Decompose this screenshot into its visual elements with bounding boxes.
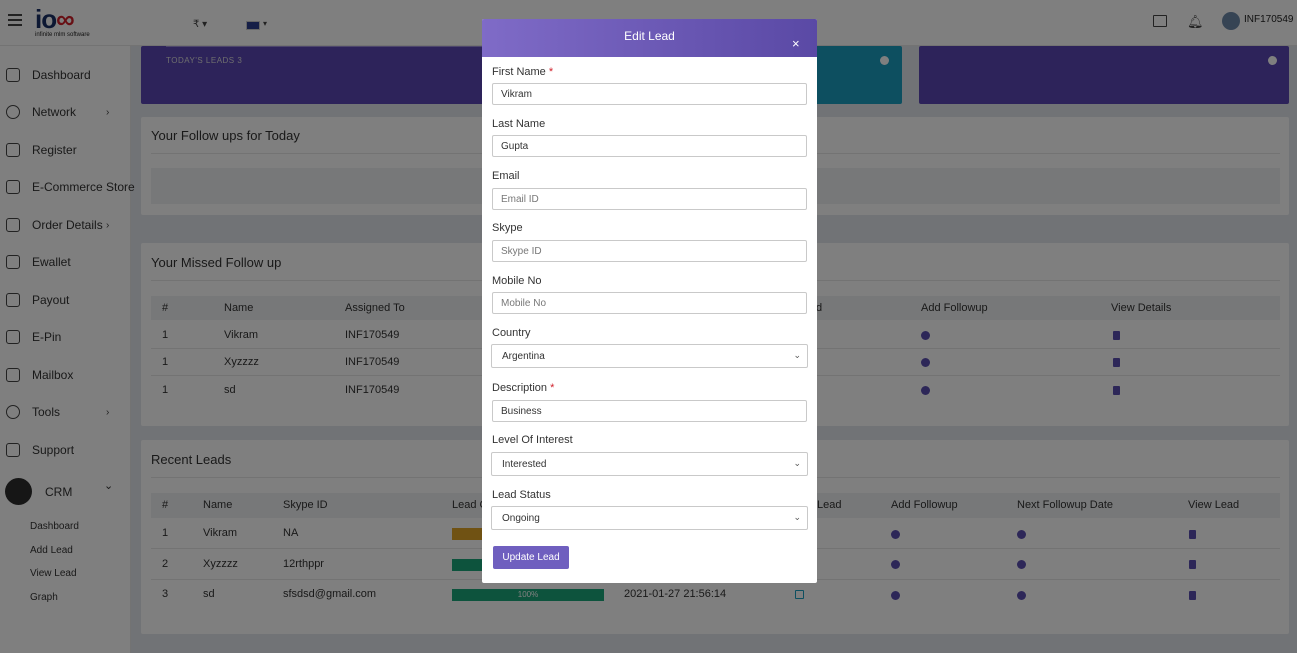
email-label: Email	[492, 170, 520, 182]
modal-header: Edit Lead ×	[482, 19, 817, 57]
required-mark: *	[548, 66, 554, 78]
label-text: First Name	[492, 66, 546, 78]
chevron-down-icon: ⌄	[793, 512, 801, 522]
country-select[interactable]: Argentina ⌄	[491, 344, 808, 368]
skype-field[interactable]	[492, 240, 807, 262]
interest-select[interactable]: Interested ⌄	[491, 452, 808, 476]
update-lead-button[interactable]: Update Lead	[493, 546, 569, 569]
status-label: Lead Status	[492, 489, 551, 501]
email-field[interactable]	[492, 188, 807, 210]
modal-title: Edit Lead	[624, 29, 675, 43]
chevron-down-icon: ⌄	[793, 458, 801, 468]
select-value: Interested	[502, 459, 547, 470]
skype-label: Skype	[492, 222, 523, 234]
mobile-field[interactable]	[492, 292, 807, 314]
interest-label: Level Of Interest	[492, 434, 573, 446]
mobile-label: Mobile No	[492, 275, 542, 287]
select-value: Argentina	[502, 351, 545, 362]
chevron-down-icon: ⌄	[793, 350, 801, 360]
select-value: Ongoing	[502, 513, 540, 524]
last-name-label: Last Name	[492, 118, 546, 130]
first-name-field[interactable]	[492, 83, 807, 105]
description-field[interactable]	[492, 400, 807, 422]
label-text: Description	[492, 382, 548, 394]
country-label: Country	[492, 327, 531, 339]
status-select[interactable]: Ongoing ⌄	[491, 506, 808, 530]
description-label: Description *	[492, 382, 554, 394]
close-icon[interactable]: ×	[792, 36, 800, 51]
required-mark: *	[550, 382, 555, 394]
first-name-label: First Name *	[492, 66, 553, 78]
edit-lead-modal: Edit Lead × First Name * Last Name Email…	[482, 19, 817, 583]
last-name-field[interactable]	[492, 135, 807, 157]
